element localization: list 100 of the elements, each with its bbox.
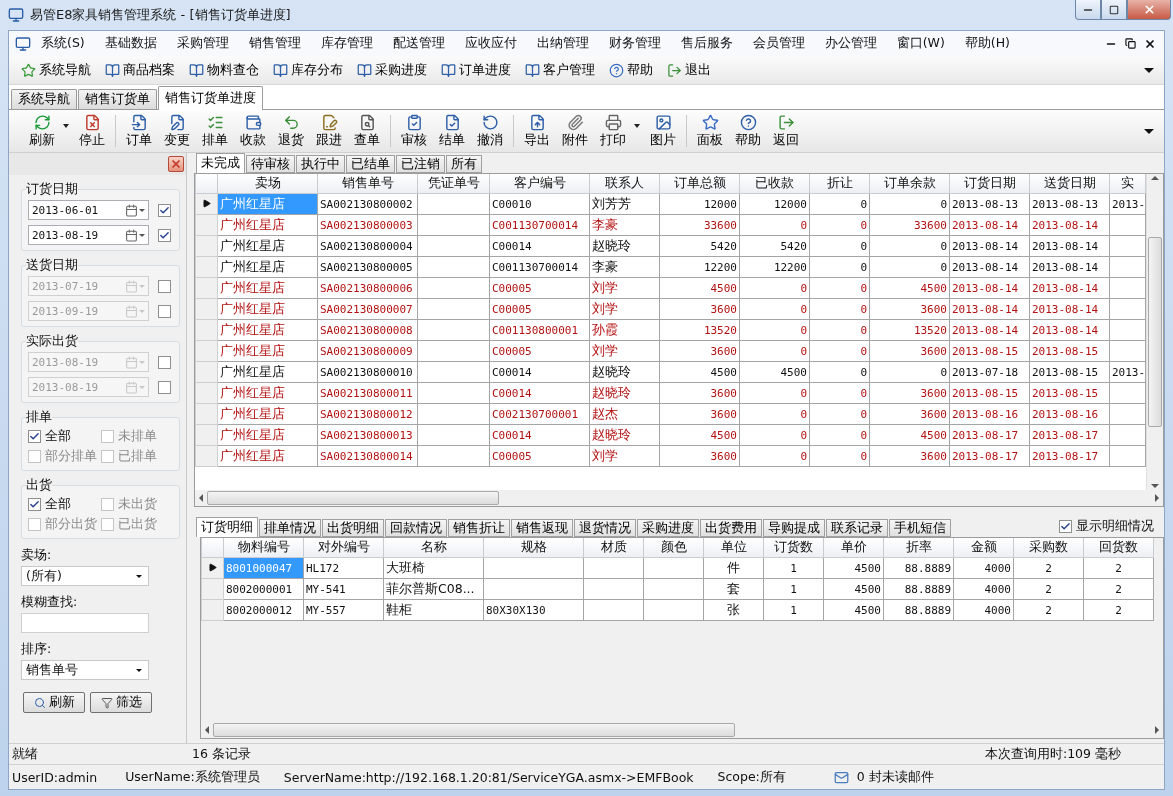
status-tab[interactable]: 已结单 [346,155,395,173]
row-header[interactable] [195,193,218,215]
checkbox-label[interactable]: 全部 [45,428,71,445]
menu-item[interactable]: 办公管理 [814,35,887,52]
checkbox[interactable] [158,380,171,394]
column-header[interactable]: 凭证单号 [417,174,490,194]
column-header[interactable]: 单价 [823,538,884,558]
toolbar-button[interactable]: 跟进 [312,113,346,149]
column-header[interactable]: 订货数 [763,538,824,558]
checkbox[interactable] [100,430,114,443]
toolbar-button[interactable]: 订单进度 [439,61,513,79]
detail-tab[interactable]: 销售返现 [511,519,573,537]
column-header[interactable]: 折让 [809,174,870,194]
checkbox[interactable] [28,498,41,511]
detail-tab[interactable]: 联系记录 [826,519,888,537]
row-header[interactable] [201,557,224,579]
document-tab[interactable]: 销售订货单 [78,89,157,109]
dropdown-field[interactable]: (所有) [21,566,149,586]
minimize-button[interactable] [1075,0,1101,20]
column-header[interactable]: 对外编号 [303,538,384,558]
column-header[interactable]: 订单总额 [659,174,740,194]
toolbar-button[interactable]: 变更 [160,113,194,149]
horizontal-scrollbar[interactable] [195,490,1163,506]
toolbar-button[interactable]: 商品档案 [103,61,177,79]
toolbar-button[interactable]: 审核 [397,113,431,149]
checkbox[interactable] [1059,519,1072,533]
close-button[interactable] [1127,0,1171,20]
menu-item[interactable]: 应收应付 [454,35,527,52]
dropdown-field[interactable]: 销售单号 [21,660,149,680]
column-header[interactable]: 订货日期 [949,174,1030,194]
detail-tab[interactable]: 出货明细 [322,519,384,537]
column-header[interactable]: 材质 [583,538,644,558]
menu-item[interactable]: 基础数据 [94,35,167,52]
detail-tab[interactable]: 回款情况 [385,519,447,537]
date-field[interactable]: 2013-06-01 [28,200,149,220]
toolbar-button[interactable]: 导出 [520,113,554,149]
toolbar-button[interactable]: 停止 [75,113,109,149]
detail-tab[interactable]: 导购提成 [763,519,825,537]
column-header[interactable]: 物料编号 [223,538,304,558]
column-header[interactable]: 颜色 [643,538,704,558]
column-header[interactable]: 已收款 [739,174,810,194]
checkbox[interactable] [100,518,114,531]
menu-item[interactable]: 出纳管理 [526,35,599,52]
toolbar-button[interactable]: 打印 [596,113,630,149]
toolbar-button[interactable]: 附件 [558,113,592,149]
column-header[interactable]: 订单余款 [869,174,950,194]
document-tab[interactable]: 销售订货单进度 [158,86,263,110]
restore-icon[interactable] [1125,38,1136,49]
menu-item[interactable]: 会员管理 [742,35,815,52]
toolbar-button[interactable]: 退出 [665,61,713,79]
vertical-scrollbar[interactable] [1146,174,1163,490]
column-header[interactable]: 名称 [383,538,484,558]
toolbar-button[interactable]: 排单 [198,113,232,149]
toolbar-button[interactable]: 库存分布 [271,61,345,79]
checkbox[interactable] [158,304,171,318]
checkbox[interactable] [28,518,41,531]
checkbox[interactable] [100,450,114,463]
detail-tab[interactable]: 采购进度 [637,519,699,537]
toolbar-button[interactable]: 客户管理 [523,61,597,79]
menu-item[interactable]: 库存管理 [310,35,383,52]
checkbox-label[interactable]: 显示明细情况 [1076,517,1154,535]
date-field[interactable]: 2013-08-19 [28,225,149,245]
toolbar-button[interactable]: 收款 [236,113,270,149]
menu-item[interactable]: 窗口(W) [886,35,955,52]
column-header[interactable]: 卖场 [217,174,318,194]
caret-icon[interactable] [63,124,69,128]
column-header[interactable]: 采购数 [1013,538,1084,558]
checkbox-label[interactable]: 全部 [45,496,71,513]
toolbar-button[interactable]: 返回 [769,113,803,149]
status-tab[interactable]: 执行中 [296,155,345,173]
column-header[interactable]: 规格 [483,538,584,558]
menu-item[interactable]: 财务管理 [598,35,671,52]
detail-tab[interactable]: 手机短信 [889,519,951,537]
toolbar-button[interactable]: 物料查仓 [187,61,261,79]
toolbar-button[interactable]: 刷新 [25,113,59,149]
checkbox[interactable] [158,228,171,242]
maximize-button[interactable] [1101,0,1127,20]
column-header[interactable]: 回货数 [1083,538,1154,558]
toolbar-button[interactable]: 订单 [122,113,156,149]
caret-icon[interactable] [634,124,640,128]
detail-tab[interactable]: 订货明细 [196,517,258,537]
toolbar-button[interactable]: 撤消 [473,113,507,149]
close-button[interactable] [168,156,184,172]
menu-item[interactable]: 系统(S) [31,35,95,52]
checkbox[interactable] [28,450,41,463]
detail-tab[interactable]: 排单情况 [259,519,321,537]
detail-tab[interactable]: 退货情况 [574,519,636,537]
toolbar-button[interactable]: 面板 [693,113,727,149]
status-tab[interactable]: 未完成 [196,153,245,173]
checkbox[interactable] [28,430,41,443]
menu-item[interactable]: 帮助(H) [954,35,1020,52]
status-tab[interactable]: 所有 [446,155,482,173]
toolbar-button[interactable]: 帮助 [607,61,655,79]
toolbar-button[interactable]: 退货 [274,113,308,149]
column-header[interactable]: 销售单号 [317,174,418,194]
toolbar-button[interactable]: 结单 [435,113,469,149]
menu-item[interactable]: 售后服务 [670,35,743,52]
toolbar-button[interactable]: 图片 [646,113,680,149]
filter-button[interactable]: 刷新 [23,692,85,713]
menu-item[interactable]: 销售管理 [238,35,311,52]
